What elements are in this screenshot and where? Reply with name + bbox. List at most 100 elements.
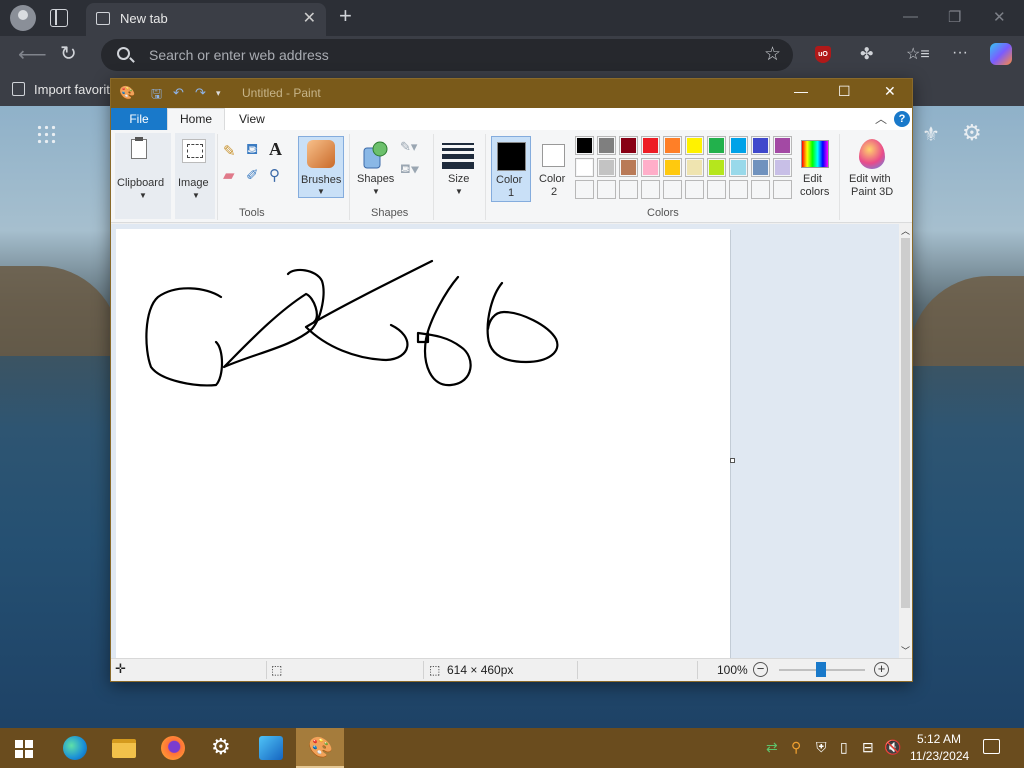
tab-view[interactable]: View bbox=[239, 112, 265, 126]
color-2-button[interactable] bbox=[542, 144, 565, 167]
profile-avatar-icon[interactable] bbox=[10, 5, 36, 31]
zoom-slider-thumb[interactable] bbox=[816, 662, 826, 677]
palette-color-swatch[interactable] bbox=[773, 158, 792, 177]
image-button[interactable]: Image ▼ bbox=[175, 133, 215, 219]
firefox-icon[interactable] bbox=[161, 736, 185, 760]
palette-empty-swatch[interactable] bbox=[751, 180, 770, 199]
text-tool-icon[interactable]: A bbox=[269, 139, 282, 160]
start-windows-icon[interactable] bbox=[15, 740, 33, 758]
usb-device-icon[interactable]: ▯ bbox=[840, 739, 848, 756]
extensions-puzzle-icon[interactable]: ✤ bbox=[860, 44, 873, 64]
fill-bucket-icon[interactable]: ⛾ bbox=[246, 141, 258, 160]
tab-file[interactable]: File bbox=[111, 108, 167, 130]
edge-browser-icon[interactable] bbox=[63, 736, 87, 760]
zoom-in-button[interactable]: + bbox=[874, 662, 889, 677]
palette-color-swatch[interactable] bbox=[619, 158, 638, 177]
clock-time[interactable]: 5:12 AM bbox=[917, 732, 961, 746]
palette-empty-swatch[interactable] bbox=[619, 180, 638, 199]
favorites-icon[interactable]: ☆≡ bbox=[906, 44, 930, 64]
paint-close-button[interactable]: ✕ bbox=[884, 83, 896, 100]
color-1-button[interactable]: Color 1 bbox=[491, 136, 531, 202]
palette-color-swatch[interactable] bbox=[597, 158, 616, 177]
ublock-extension-icon[interactable]: uO bbox=[815, 46, 831, 63]
palette-empty-swatch[interactable] bbox=[575, 180, 594, 199]
palette-color-swatch[interactable] bbox=[707, 136, 726, 155]
palette-color-swatch[interactable] bbox=[575, 136, 594, 155]
color-picker-icon[interactable]: ✐ bbox=[246, 166, 259, 184]
zoom-out-button[interactable]: − bbox=[753, 662, 768, 677]
palette-color-swatch[interactable] bbox=[663, 136, 682, 155]
pencil-icon[interactable]: ✎ bbox=[223, 142, 236, 160]
magnifier-icon[interactable]: ⚲ bbox=[269, 166, 280, 184]
back-arrow-icon[interactable]: ⟵ bbox=[18, 42, 47, 67]
photos-icon[interactable] bbox=[259, 736, 283, 760]
palette-color-swatch[interactable] bbox=[729, 158, 748, 177]
customize-quick-access-icon[interactable]: ▾ bbox=[216, 88, 221, 99]
network-icon[interactable]: ⊟ bbox=[862, 739, 874, 756]
paint-taskbar-button[interactable]: 🎨 bbox=[296, 728, 344, 768]
palette-color-swatch[interactable] bbox=[751, 158, 770, 177]
more-menu-icon[interactable]: ··· bbox=[952, 44, 968, 62]
clipboard-button[interactable]: Clipboard ▼ bbox=[115, 133, 171, 219]
clock-date[interactable]: 11/23/2024 bbox=[910, 749, 969, 763]
fill-icon[interactable]: ⛾▾ bbox=[400, 161, 419, 179]
palette-color-swatch[interactable] bbox=[575, 158, 594, 177]
help-icon[interactable]: ? bbox=[894, 111, 910, 127]
palette-empty-swatch[interactable] bbox=[707, 180, 726, 199]
undo-icon[interactable]: ↶ bbox=[173, 85, 184, 101]
address-bar[interactable]: Search or enter web address ☆ bbox=[101, 39, 793, 71]
new-tab-button[interactable]: + bbox=[339, 3, 352, 29]
tab-actions-icon[interactable] bbox=[50, 9, 68, 27]
palette-empty-swatch[interactable] bbox=[729, 180, 748, 199]
canvas-resize-handle[interactable] bbox=[730, 458, 735, 463]
edit-colors-icon[interactable] bbox=[801, 140, 829, 168]
palette-empty-swatch[interactable] bbox=[685, 180, 704, 199]
palette-color-swatch[interactable] bbox=[619, 136, 638, 155]
browser-tab-new-tab[interactable]: New tab ✕ bbox=[86, 3, 326, 36]
paint-3d-icon[interactable] bbox=[859, 139, 885, 169]
palette-color-swatch[interactable] bbox=[641, 158, 660, 177]
search-tray-icon[interactable]: ⚲ bbox=[791, 739, 801, 756]
volume-muted-icon[interactable]: 🔇 bbox=[884, 739, 901, 756]
redo-icon[interactable]: ↷ bbox=[195, 85, 206, 101]
scroll-down-icon[interactable]: ﹀ bbox=[901, 644, 910, 657]
tab-close-icon[interactable]: ✕ bbox=[303, 8, 316, 28]
browser-minimize-button[interactable]: — bbox=[903, 8, 918, 25]
minimize-ribbon-icon[interactable]: ︿ bbox=[875, 110, 887, 127]
palette-color-swatch[interactable] bbox=[641, 136, 660, 155]
palette-color-swatch[interactable] bbox=[707, 158, 726, 177]
drawing-canvas[interactable] bbox=[116, 229, 730, 658]
security-shield-icon[interactable]: ⛨ bbox=[816, 739, 827, 756]
palette-empty-swatch[interactable] bbox=[597, 180, 616, 199]
palette-empty-swatch[interactable] bbox=[641, 180, 660, 199]
outline-icon[interactable]: ✎▾ bbox=[400, 139, 417, 155]
palette-color-swatch[interactable] bbox=[663, 158, 682, 177]
scroll-up-icon[interactable]: ︿ bbox=[901, 224, 910, 237]
size-lines-icon[interactable] bbox=[442, 143, 474, 172]
paint-minimize-button[interactable]: — bbox=[794, 83, 808, 99]
save-icon[interactable]: 🖫 bbox=[151, 85, 162, 107]
browser-restore-button[interactable]: ❐ bbox=[948, 8, 961, 26]
vertical-scrollbar[interactable]: ︿ ﹀ bbox=[899, 224, 912, 658]
eraser-icon[interactable]: ▰ bbox=[223, 166, 235, 184]
palette-empty-swatch[interactable] bbox=[663, 180, 682, 199]
settings-gear-icon[interactable]: ⚙ bbox=[211, 734, 235, 759]
copilot-icon[interactable] bbox=[990, 43, 1012, 65]
scrollbar-thumb[interactable] bbox=[901, 238, 910, 608]
palette-color-swatch[interactable] bbox=[685, 136, 704, 155]
refresh-icon[interactable]: ↻ bbox=[60, 41, 77, 66]
settings-gear-icon[interactable]: ⚙ bbox=[962, 120, 982, 146]
palette-color-swatch[interactable] bbox=[773, 136, 792, 155]
rewards-icon[interactable]: ⚜ bbox=[922, 122, 940, 147]
browser-close-button[interactable]: ✕ bbox=[993, 8, 1006, 26]
palette-color-swatch[interactable] bbox=[751, 136, 770, 155]
palette-empty-swatch[interactable] bbox=[773, 180, 792, 199]
shapes-icon[interactable] bbox=[361, 140, 389, 170]
palette-color-swatch[interactable] bbox=[729, 136, 748, 155]
file-explorer-icon[interactable] bbox=[112, 739, 136, 758]
tab-home[interactable]: Home bbox=[167, 108, 225, 131]
add-favorite-star-icon[interactable]: ☆ bbox=[764, 43, 781, 66]
notification-center-icon[interactable] bbox=[983, 739, 1000, 754]
apps-grid-icon[interactable] bbox=[36, 124, 56, 144]
network-sync-icon[interactable]: ⇄ bbox=[766, 739, 778, 756]
